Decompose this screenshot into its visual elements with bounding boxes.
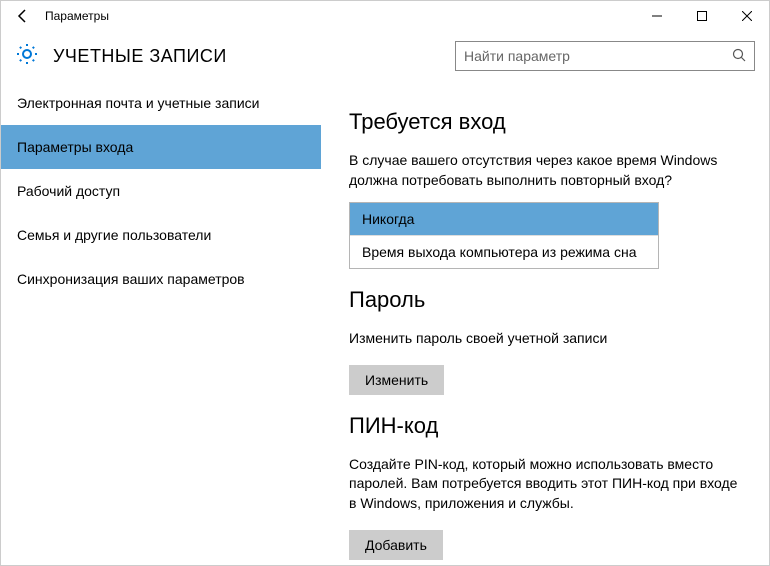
sidebar-item-label: Синхронизация ваших параметров: [17, 271, 245, 287]
search-input[interactable]: Найти параметр: [455, 41, 755, 71]
maximize-button[interactable]: [679, 1, 724, 31]
password-desc: Изменить пароль своей учетной записи: [349, 329, 741, 349]
main-panel: Требуется вход В случае вашего отсутстви…: [321, 81, 769, 565]
sidebar-item-family[interactable]: Семья и другие пользователи: [1, 213, 321, 257]
signin-required-title: Требуется вход: [349, 109, 741, 135]
sidebar-item-label: Семья и другие пользователи: [17, 227, 211, 243]
search-placeholder: Найти параметр: [464, 48, 570, 64]
sidebar: Электронная почта и учетные записи Парам…: [1, 81, 321, 565]
titlebar: Параметры: [1, 1, 769, 31]
password-title: Пароль: [349, 287, 741, 313]
signin-required-dropdown[interactable]: Никогда Время выхода компьютера из режим…: [349, 202, 659, 269]
gear-icon: [15, 42, 39, 71]
window-controls: [634, 1, 769, 31]
close-button[interactable]: [724, 1, 769, 31]
window-title: Параметры: [45, 9, 109, 23]
change-password-button[interactable]: Изменить: [349, 365, 444, 395]
content: Электронная почта и учетные записи Парам…: [1, 81, 769, 565]
sidebar-item-email-accounts[interactable]: Электронная почта и учетные записи: [1, 81, 321, 125]
page-title: УЧЕТНЫЕ ЗАПИСИ: [53, 46, 227, 67]
sidebar-item-sync[interactable]: Синхронизация ваших параметров: [1, 257, 321, 301]
search-icon: [732, 48, 746, 65]
sidebar-item-label: Электронная почта и учетные записи: [17, 95, 259, 111]
sidebar-item-label: Параметры входа: [17, 139, 133, 155]
minimize-button[interactable]: [634, 1, 679, 31]
option-label: Время выхода компьютера из режима сна: [362, 244, 636, 260]
header-row: УЧЕТНЫЕ ЗАПИСИ Найти параметр: [1, 31, 769, 81]
minimize-icon: [652, 11, 662, 21]
back-button[interactable]: [9, 2, 37, 30]
sidebar-item-signin-options[interactable]: Параметры входа: [1, 125, 321, 169]
close-icon: [742, 11, 752, 21]
signin-required-desc: В случае вашего отсутствия через какое в…: [349, 151, 741, 190]
option-label: Никогда: [362, 211, 414, 227]
sidebar-item-label: Рабочий доступ: [17, 183, 120, 199]
pin-title: ПИН-код: [349, 413, 741, 439]
add-pin-button[interactable]: Добавить: [349, 530, 443, 560]
back-arrow-icon: [15, 8, 31, 24]
maximize-icon: [697, 11, 707, 21]
sidebar-item-work-access[interactable]: Рабочий доступ: [1, 169, 321, 213]
dropdown-option-never[interactable]: Никогда: [350, 203, 658, 235]
dropdown-option-sleep[interactable]: Время выхода компьютера из режима сна: [350, 235, 658, 268]
pin-desc: Создайте PIN-код, который можно использо…: [349, 455, 741, 514]
header-left: УЧЕТНЫЕ ЗАПИСИ: [15, 42, 227, 71]
